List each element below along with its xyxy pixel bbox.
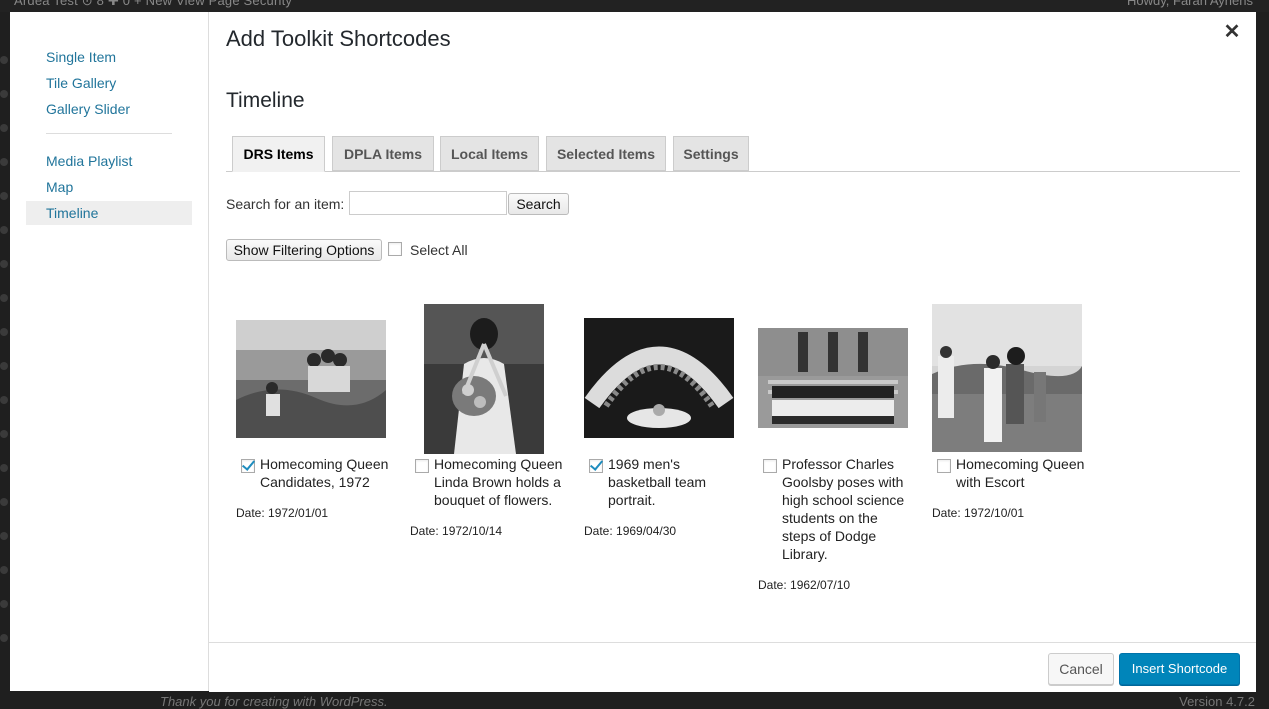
item-date: Date: 1972/01/01 <box>236 506 329 520</box>
insert-shortcode-button[interactable]: Insert Shortcode <box>1119 653 1240 685</box>
item-checkbox[interactable] <box>589 459 603 473</box>
item-checkbox[interactable] <box>937 459 951 473</box>
item-date: Date: 1969/04/30 <box>584 524 677 538</box>
tab-local-items[interactable]: Local Items <box>440 136 539 171</box>
search-input[interactable] <box>349 191 507 215</box>
select-all-label: Select All <box>410 242 468 258</box>
item-date: Date: 1972/10/01 <box>932 506 1025 520</box>
item-caption: 1969 men's basketball team portrait. <box>608 456 707 508</box>
admin-bar-left: Ardea Test ⊙ 8 ✚ 0 + New View Page Secur… <box>14 0 293 8</box>
menu-item-tile-gallery[interactable]: Tile Gallery <box>26 71 192 95</box>
menu-item-single-item[interactable]: Single Item <box>26 45 192 69</box>
tab-drs-items[interactable]: DRS Items <box>232 136 325 172</box>
search-label: Search for an item: <box>226 196 345 212</box>
tab-settings[interactable]: Settings <box>673 136 749 171</box>
show-filtering-options-button[interactable]: Show Filtering Options <box>226 239 382 261</box>
item-caption: Homecoming Queen with Escort <box>956 456 1085 490</box>
item-checkbox[interactable] <box>241 459 255 473</box>
menu-item-timeline[interactable]: Timeline <box>26 201 192 225</box>
select-all-checkbox[interactable] <box>388 242 402 256</box>
tabs-divider <box>226 171 1240 172</box>
item-caption: Professor Charles Goolsby poses with hig… <box>782 456 905 562</box>
admin-footer-version: Version 4.7.2 <box>1179 694 1255 709</box>
cancel-button[interactable]: Cancel <box>1048 653 1114 685</box>
admin-sidebar-icons <box>0 30 10 642</box>
item-thumbnail[interactable] <box>758 328 908 428</box>
admin-footer-text: Thank you for creating with WordPress. <box>160 694 388 709</box>
menu-item-map[interactable]: Map <box>26 175 192 199</box>
admin-bar: Ardea Test ⊙ 8 ✚ 0 + New View Page Secur… <box>0 0 1269 12</box>
item-date: Date: 1962/07/10 <box>758 578 851 592</box>
shortcode-modal: Single Item Tile Gallery Gallery Slider … <box>10 12 1256 692</box>
item-checkbox[interactable] <box>763 459 777 473</box>
close-icon[interactable]: ✕ <box>1221 21 1243 43</box>
admin-bar-greeting: Howdy, Farah Ayhens <box>1127 0 1253 8</box>
item-checkbox[interactable] <box>415 459 429 473</box>
item-thumbnail[interactable] <box>584 318 734 438</box>
menu-item-gallery-slider[interactable]: Gallery Slider <box>26 97 192 121</box>
menu-separator <box>46 133 172 134</box>
item-thumbnail[interactable] <box>932 304 1082 452</box>
search-button[interactable]: Search <box>508 193 569 215</box>
modal-menu: Single Item Tile Gallery Gallery Slider … <box>10 12 209 691</box>
item-thumbnail[interactable] <box>236 320 386 438</box>
item-caption: Homecoming Queen Candidates, 1972 <box>260 456 389 490</box>
item-date: Date: 1972/10/14 <box>410 524 503 538</box>
menu-item-media-playlist[interactable]: Media Playlist <box>26 149 192 173</box>
tab-selected-items[interactable]: Selected Items <box>546 136 666 171</box>
item-caption: Homecoming Queen Linda Brown holds a bou… <box>434 456 563 508</box>
content-title: Timeline <box>226 89 305 112</box>
item-thumbnail[interactable] <box>424 304 544 454</box>
tab-dpla-items[interactable]: DPLA Items <box>332 136 434 171</box>
modal-title: Add Toolkit Shortcodes <box>226 26 451 51</box>
